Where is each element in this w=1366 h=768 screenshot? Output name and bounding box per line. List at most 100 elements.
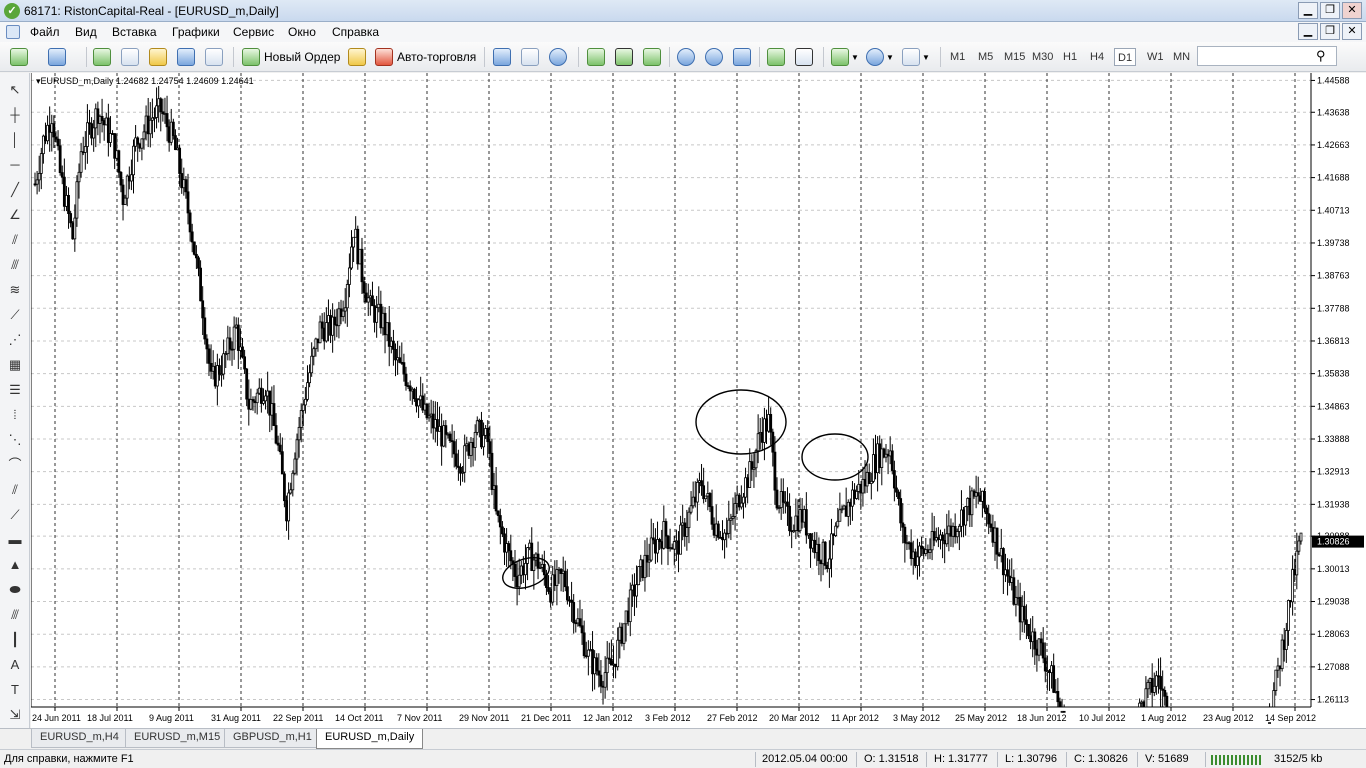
andrews-pitchfork-icon[interactable]: ⫻ — [6, 606, 24, 624]
timeframe-w1[interactable]: W1 — [1144, 48, 1167, 66]
terminal-icon — [177, 48, 195, 66]
market-watch-button[interactable] — [93, 47, 111, 67]
magnifier-icon[interactable]: ⚲ — [1316, 48, 1326, 64]
menu-help[interactable]: Справка — [332, 25, 379, 39]
angle-trendline-icon[interactable]: ∠ — [6, 206, 24, 224]
candle-body — [178, 147, 182, 174]
price-chart[interactable]: 1.44588 1.43638 1.42663 1.41688 1.40713 1.397… — [31, 73, 1366, 729]
tester-button[interactable] — [205, 47, 223, 67]
equidistant-channel-icon[interactable]: ⫽ — [6, 231, 24, 249]
timeframe-d1[interactable]: D1 — [1114, 48, 1137, 66]
vertical-line-icon[interactable]: │ — [6, 131, 24, 149]
menu-file[interactable]: Файл — [30, 25, 60, 39]
fibo-expansion-icon[interactable]: ⟋ — [6, 506, 24, 524]
menu-charts[interactable]: Графики — [172, 25, 220, 39]
close-button[interactable]: ✕ — [1342, 2, 1362, 19]
tab-eurusd-h4[interactable]: EURUSD_m,H4 — [31, 729, 128, 748]
menu-insert[interactable]: Вставка — [112, 25, 157, 39]
ellipse-icon[interactable]: ⬬ — [6, 581, 24, 599]
child-minimize-button[interactable]: ▁ — [1298, 23, 1318, 40]
fibo-fan-icon[interactable]: ⋱ — [6, 431, 24, 449]
text-label-icon[interactable]: T — [6, 681, 24, 699]
candle-body — [1058, 701, 1062, 708]
triangle-icon[interactable]: ▲ — [6, 556, 24, 574]
menu-window[interactable]: Окно — [288, 25, 316, 39]
date-tick-label: 27 Feb 2012 — [707, 713, 758, 723]
timeframe-m15[interactable]: M15 — [1001, 48, 1028, 66]
minimize-button[interactable]: ▁ — [1298, 2, 1318, 19]
new-order-button[interactable]: Новый Ордер — [242, 47, 340, 67]
child-restore-button[interactable]: ❐ — [1320, 23, 1340, 40]
candle-body — [501, 526, 504, 535]
line-chart-button[interactable] — [643, 47, 661, 67]
price-tick-label: 1.29038 — [1317, 597, 1350, 607]
auto-trading-button[interactable]: Авто-торговля — [375, 47, 476, 67]
candle-body — [855, 490, 859, 499]
fullscreen-button[interactable] — [493, 47, 511, 67]
chart-shift-button[interactable] — [795, 47, 813, 67]
autoscroll-button[interactable] — [767, 47, 785, 67]
timeframe-h1[interactable]: H1 — [1060, 48, 1080, 66]
text-icon[interactable]: A — [6, 656, 24, 674]
gann-fan-icon[interactable]: ⋰ — [6, 331, 24, 349]
candle-body — [274, 425, 278, 444]
data-window-button[interactable] — [121, 47, 139, 67]
tab-eurusd-daily[interactable]: EURUSD_m,Daily — [316, 729, 424, 749]
candle-body — [983, 490, 986, 509]
candle-chart-button[interactable] — [615, 47, 633, 67]
fibo-channel-icon[interactable]: ⫽ — [6, 481, 24, 499]
timeframe-m5[interactable]: M5 — [975, 48, 996, 66]
fibo-arcs-icon[interactable]: ⌒ — [6, 456, 24, 474]
timeframe-mn[interactable]: MN — [1170, 48, 1193, 66]
regression-channel-icon[interactable]: ≋ — [6, 281, 24, 299]
meta-editor-button[interactable] — [348, 47, 366, 67]
profiles-button[interactable] — [48, 47, 66, 67]
candle-body — [245, 368, 249, 400]
timeframe-h4[interactable]: H4 — [1087, 48, 1107, 66]
tab-eurusd-m15[interactable]: EURUSD_m,M15 — [125, 729, 230, 748]
candle-body — [517, 574, 521, 588]
candle-body — [412, 388, 416, 400]
zoom-in-icon — [677, 48, 695, 66]
candle-body — [739, 502, 743, 508]
arrows-icon[interactable]: ⇲ — [6, 706, 24, 724]
terminal-button[interactable] — [177, 47, 195, 67]
tab-gbpusd-h1[interactable]: GBPUSD_m,H1 — [224, 729, 321, 748]
timeframe-m30[interactable]: M30 — [1029, 48, 1056, 66]
candlestick-chart[interactable]: 1.44588 1.43638 1.42663 1.41688 1.40713 1.397… — [31, 73, 1366, 729]
tile-windows-button[interactable] — [733, 47, 751, 67]
fibo-retracement-icon[interactable]: ☰ — [6, 381, 24, 399]
price-tick-label: 1.41688 — [1317, 173, 1350, 183]
periods-button[interactable]: ▼ — [866, 47, 894, 67]
menu-view[interactable]: Вид — [75, 25, 97, 39]
chart-window-icon[interactable] — [6, 25, 20, 39]
cycle-lines-icon[interactable]: ┃ — [6, 631, 24, 649]
gann-grid-icon[interactable]: ▦ — [6, 356, 24, 374]
zoom-out-button[interactable] — [705, 47, 723, 67]
candle-body — [283, 473, 286, 502]
date-tick-label: 18 Jul 2011 — [87, 713, 133, 723]
timeframe-m1[interactable]: M1 — [947, 48, 968, 66]
templates-button[interactable]: ▼ — [902, 47, 930, 67]
crosshair-icon[interactable]: ┼ — [6, 106, 24, 124]
child-close-button[interactable]: ✕ — [1342, 23, 1362, 40]
new-chart-button[interactable] — [10, 47, 28, 67]
price-tick-label: 1.32913 — [1317, 467, 1350, 477]
bar-chart-button[interactable] — [587, 47, 605, 67]
cursor-icon[interactable]: ↖ — [6, 81, 24, 99]
candle-body — [1287, 600, 1290, 631]
restore-button[interactable]: ❐ — [1320, 2, 1340, 19]
date-tick-label: 10 Jul 2012 — [1079, 713, 1126, 723]
menu-tools[interactable]: Сервис — [233, 25, 274, 39]
print-button[interactable] — [521, 47, 539, 67]
fibo-timezones-icon[interactable]: ⦙ — [6, 406, 24, 424]
stddev-channel-icon[interactable]: ⫻ — [6, 256, 24, 274]
gann-line-icon[interactable]: ⟋ — [6, 306, 24, 324]
horizontal-line-icon[interactable]: ─ — [6, 156, 24, 174]
help-button[interactable] — [549, 47, 567, 67]
trendline-icon[interactable]: ╱ — [6, 181, 24, 199]
indicators-button[interactable]: ▼ — [831, 47, 859, 67]
navigator-button[interactable] — [149, 47, 167, 67]
zoom-in-button[interactable] — [677, 47, 695, 67]
rectangle-icon[interactable]: ▬ — [6, 531, 24, 549]
